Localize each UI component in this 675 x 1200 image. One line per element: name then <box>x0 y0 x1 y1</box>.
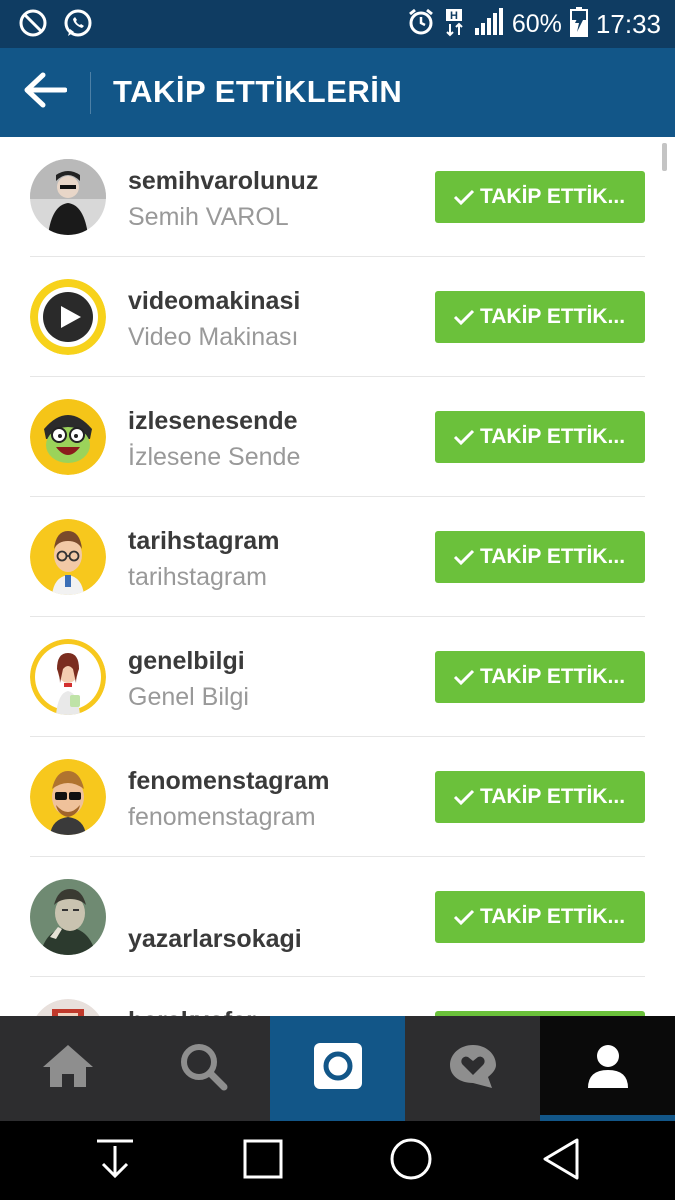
following-button[interactable]: TAKİP ETTİK... <box>435 531 645 583</box>
checkmark-icon <box>453 308 475 326</box>
username[interactable]: genelbilgi <box>128 647 245 676</box>
list-item[interactable]: genelbilgi Genel Bilgi TAKİP ETTİK... <box>0 617 675 737</box>
download-icon <box>95 1138 135 1185</box>
following-button-label: TAKİP ETTİK... <box>480 305 626 328</box>
checkmark-icon <box>453 548 475 566</box>
list-item[interactable]: yazarlarsokagi TAKİP ETTİK... <box>0 857 675 977</box>
fullname: İzlesene Sende <box>128 443 301 471</box>
battery-charging-icon <box>569 6 588 42</box>
username[interactable]: izlesenesende <box>128 407 298 436</box>
fullname: Genel Bilgi <box>128 683 249 711</box>
checkmark-icon <box>453 188 475 206</box>
camera-icon <box>313 1042 363 1095</box>
tab-profile[interactable] <box>540 1016 675 1121</box>
block-icon <box>18 8 48 45</box>
avatar[interactable] <box>30 759 106 835</box>
arrow-left-icon <box>23 72 68 113</box>
following-button[interactable]: TAKİP ETTİK... <box>435 171 645 223</box>
tab-home[interactable] <box>0 1016 135 1121</box>
checkmark-icon <box>453 908 475 926</box>
back-button[interactable] <box>20 70 70 114</box>
following-button-label: TAKİP ETTİK... <box>480 425 626 448</box>
clock: 17:33 <box>595 8 661 39</box>
home-button[interactable] <box>386 1137 436 1185</box>
whatsapp-icon <box>62 8 94 45</box>
fullname: tarihstagram <box>128 563 267 591</box>
list-item[interactable]: videomakinasi Video Makinası TAKİP ETTİK… <box>0 257 675 377</box>
following-button[interactable]: TAKİP ETTİK... <box>435 771 645 823</box>
username[interactable]: semihvarolunuz <box>128 167 318 196</box>
fullname: fenomenstagram <box>128 803 316 831</box>
list-item[interactable]: semihvarolunuz Semih VAROL TAKİP ETTİK..… <box>0 137 675 257</box>
fullname: Video Makinası <box>128 323 299 351</box>
hspa-data-icon: H <box>444 7 466 42</box>
svg-text:H: H <box>450 10 458 22</box>
recents-icon <box>242 1138 284 1185</box>
status-bar: H 60% 17:33 <box>0 0 675 48</box>
battery-percent: 60% <box>511 9 562 38</box>
following-button-label: TAKİP ETTİK... <box>480 545 626 568</box>
following-button-label: TAKİP ETTİK... <box>480 185 626 208</box>
tab-camera[interactable] <box>270 1016 405 1121</box>
username[interactable]: fenomenstagram <box>128 767 329 796</box>
back-nav-button[interactable] <box>536 1137 586 1185</box>
header-divider <box>90 72 91 114</box>
following-button-label: TAKİP ETTİK... <box>480 905 626 928</box>
avatar[interactable] <box>30 279 106 355</box>
avatar[interactable] <box>30 999 106 1016</box>
following-button[interactable]: TAKİP ETTİK... <box>435 891 645 943</box>
recents-button[interactable] <box>238 1137 288 1185</box>
checkmark-icon <box>453 788 475 806</box>
list-item[interactable]: harakyofar TAKİP ETTİK... <box>0 977 675 1016</box>
back-triangle-icon <box>541 1137 581 1186</box>
avatar[interactable] <box>30 639 106 715</box>
list-item[interactable]: izlesenesende İzlesene Sende TAKİP ETTİK… <box>0 377 675 497</box>
avatar[interactable] <box>30 399 106 475</box>
tab-search[interactable] <box>135 1016 270 1121</box>
alarm-icon <box>406 7 436 42</box>
tab-activity[interactable] <box>405 1016 540 1121</box>
following-button[interactable]: TAKİP ETTİK... <box>435 291 645 343</box>
avatar[interactable] <box>30 519 106 595</box>
heart-bubble-icon <box>448 1043 498 1094</box>
following-button[interactable]: TAKİP ETTİK... <box>435 651 645 703</box>
username[interactable]: harakyofar <box>128 1007 256 1016</box>
username[interactable]: videomakinasi <box>128 287 300 316</box>
following-button-label: TAKİP ETTİK... <box>480 785 626 808</box>
avatar[interactable] <box>30 159 106 235</box>
checkmark-icon <box>453 668 475 686</box>
notification-pull-button[interactable] <box>90 1137 140 1185</box>
scrollbar[interactable] <box>662 143 667 171</box>
home-circle-icon <box>389 1137 433 1186</box>
home-icon <box>41 1043 95 1094</box>
username[interactable]: yazarlarsokagi <box>128 925 302 954</box>
avatar[interactable] <box>30 879 106 955</box>
page-title: TAKİP ETTİKLERİN <box>113 74 403 109</box>
list-item[interactable]: fenomenstagram fenomenstagram TAKİP ETTİ… <box>0 737 675 857</box>
fullname: Semih VAROL <box>128 203 289 231</box>
signal-icon <box>474 7 504 41</box>
person-icon <box>586 1043 630 1094</box>
list-item[interactable]: tarihstagram tarihstagram TAKİP ETTİK... <box>0 497 675 617</box>
android-nav-bar <box>0 1121 675 1200</box>
search-icon <box>178 1041 228 1096</box>
username[interactable]: tarihstagram <box>128 527 279 556</box>
following-button-label: TAKİP ETTİK... <box>480 665 626 688</box>
checkmark-icon <box>453 428 475 446</box>
following-button[interactable]: TAKİP ETTİK... <box>435 411 645 463</box>
following-list[interactable]: semihvarolunuz Semih VAROL TAKİP ETTİK..… <box>0 137 675 1016</box>
app-header: TAKİP ETTİKLERİN <box>0 48 675 137</box>
tab-bar <box>0 1016 675 1121</box>
